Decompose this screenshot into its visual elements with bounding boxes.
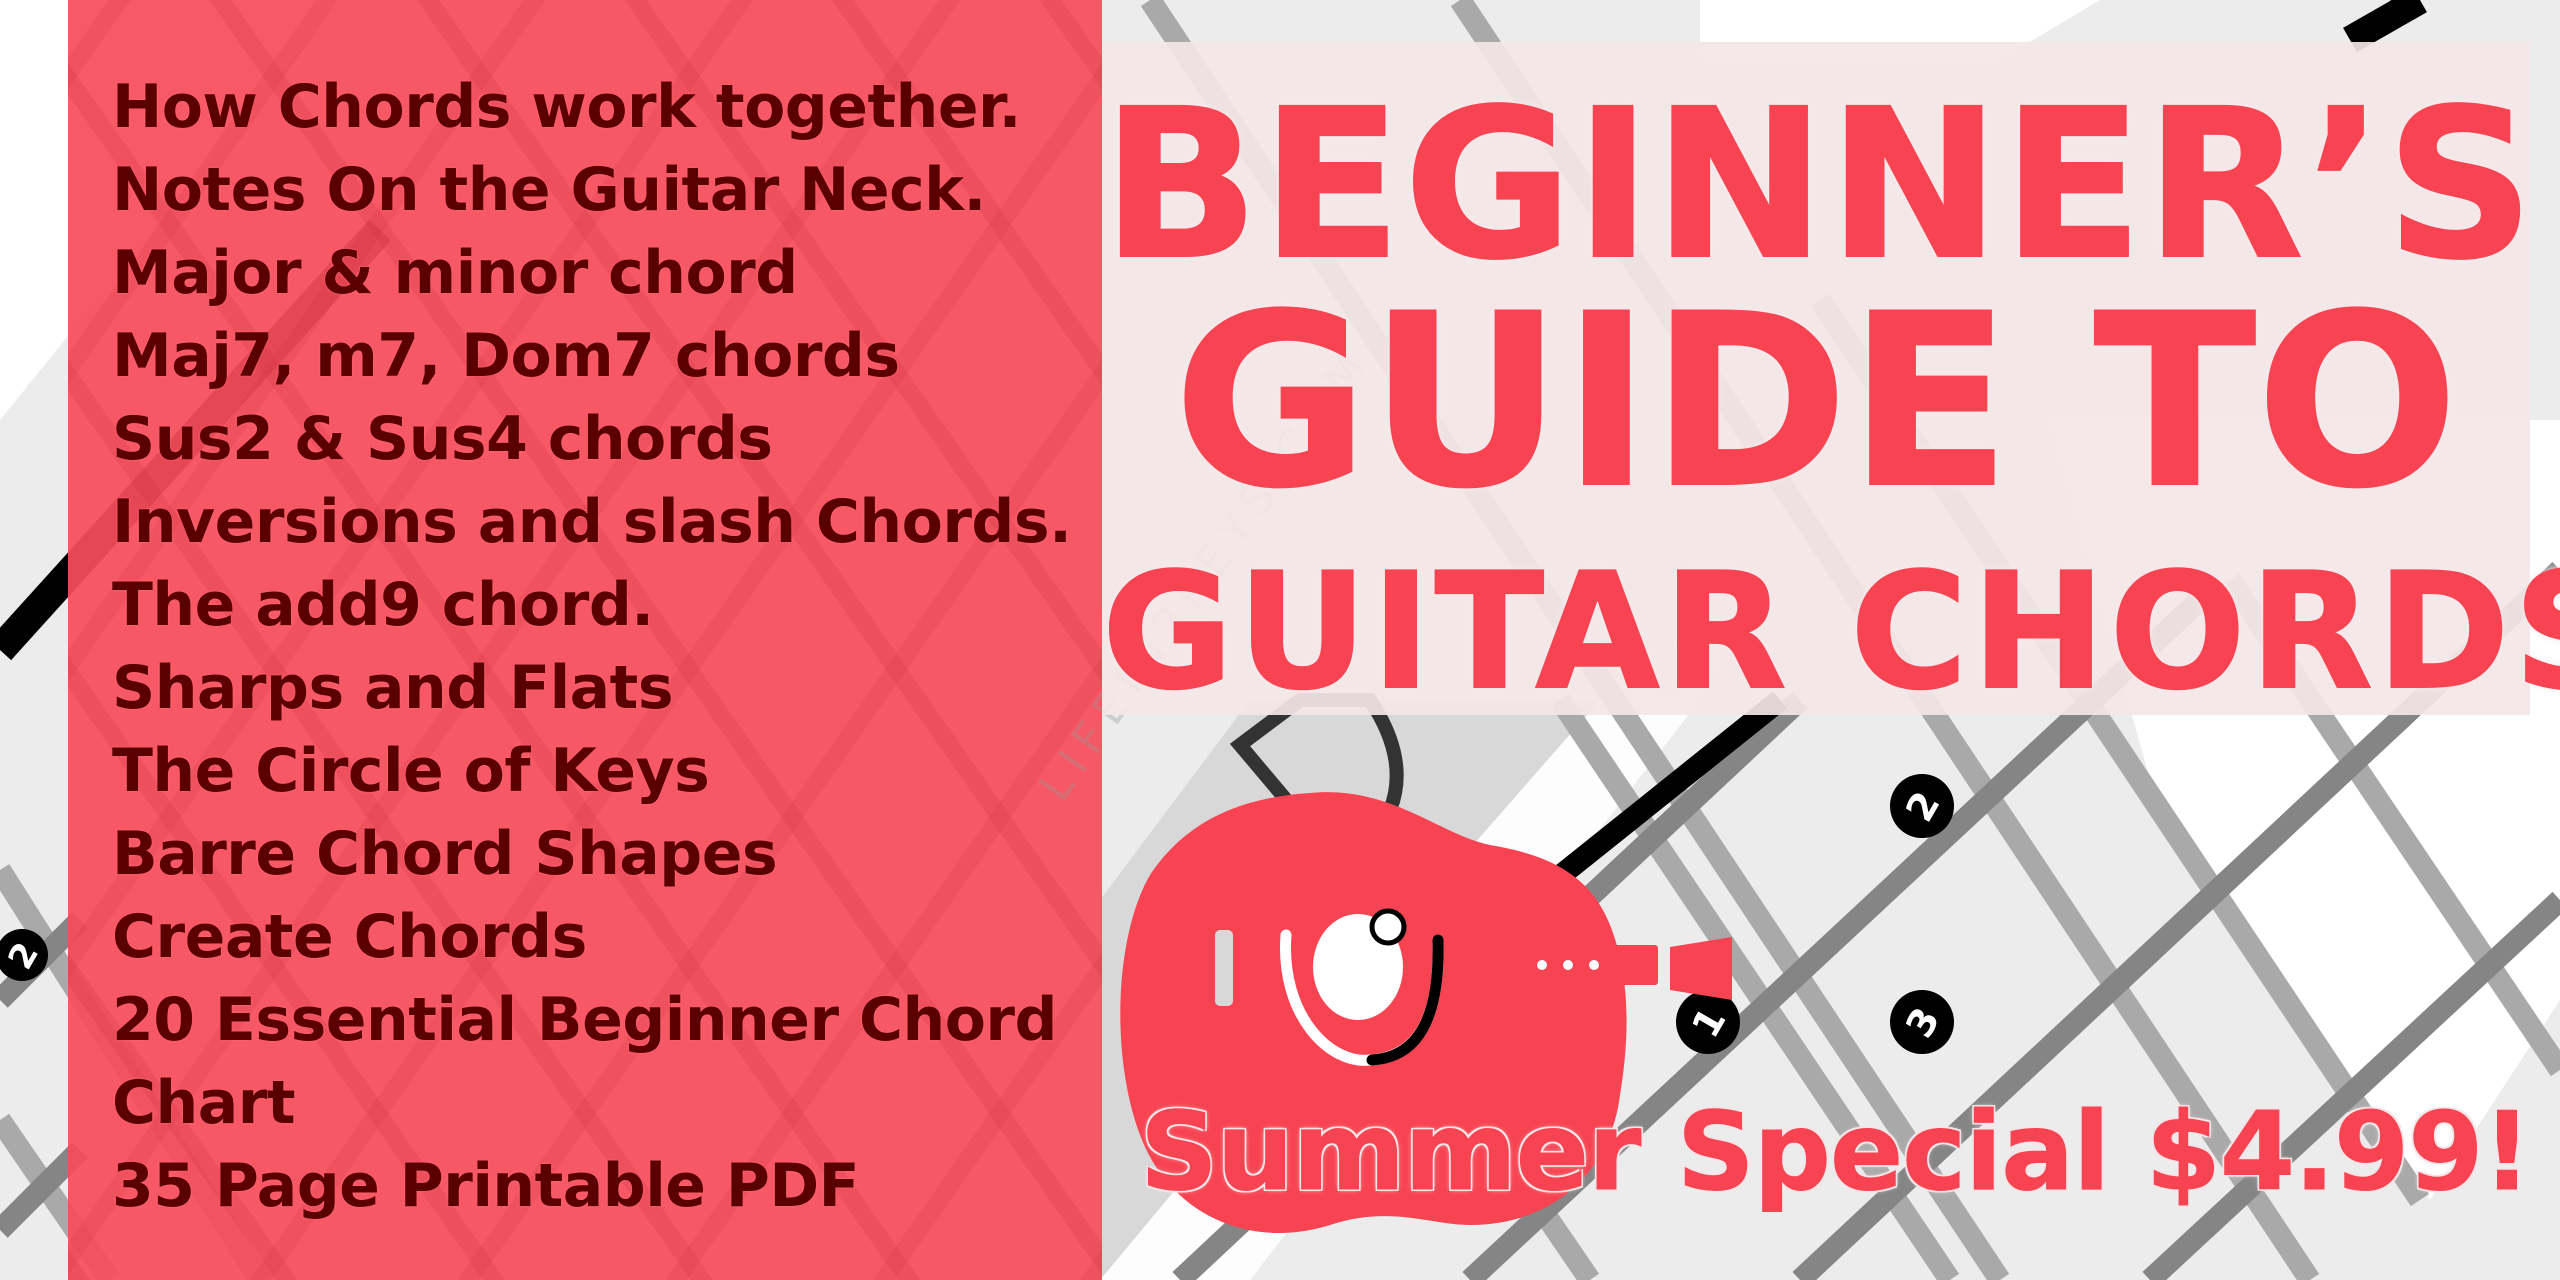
feature-item: 35 Page Printable PDF [112, 1151, 860, 1221]
feature-item: Notes On the Guitar Neck. [112, 155, 986, 225]
fret-marker-2: 2 [1890, 774, 1954, 838]
feature-item: Major & minor chord [112, 238, 798, 308]
feature-item: Chart [112, 1068, 296, 1138]
title-box: BEGINNER’S GUIDE TO GUITAR CHORDS [1101, 42, 2560, 723]
feature-list-panel: How Chords work together. Notes On the G… [68, 0, 1102, 1280]
feature-item: 20 Essential Beginner Chord [112, 985, 1057, 1055]
feature-item: Sharps and Flats [112, 653, 674, 723]
feature-item: The add9 chord. [112, 570, 654, 640]
price-banner: Summer Special $4.99! [1140, 1090, 2533, 1216]
feature-item: Sus2 & Sus4 chords [112, 404, 773, 474]
title-line-3: GUITAR CHORDS [1101, 538, 2560, 725]
feature-item: Maj7, m7, Dom7 chords [112, 321, 900, 391]
feature-list: How Chords work together. Notes On the G… [112, 66, 1072, 1228]
title-line-2: GUIDE TO [1173, 264, 2460, 541]
fret-marker-3: 3 [1890, 990, 1954, 1054]
feature-item: The Circle of Keys [112, 736, 710, 806]
feature-item: Create Chords [112, 902, 587, 972]
feature-item: Inversions and slash Chords. [112, 487, 1072, 557]
feature-item: Barre Chord Shapes [112, 819, 778, 889]
feature-item: How Chords work together. [112, 72, 1021, 142]
